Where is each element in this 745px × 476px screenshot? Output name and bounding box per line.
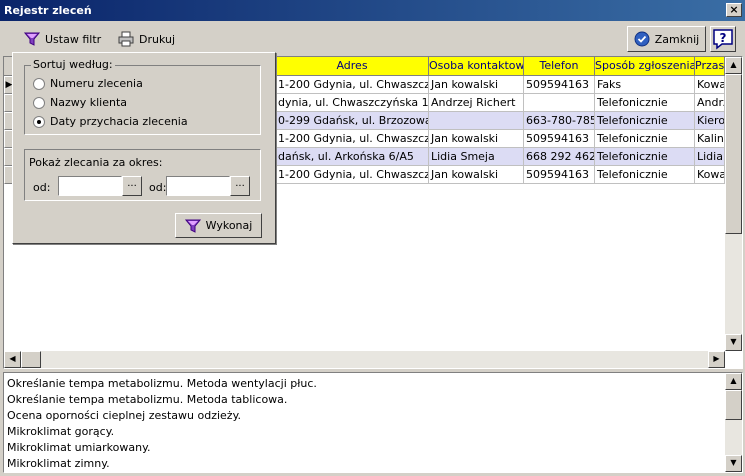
cell-przyjal[interactable]: Kowa (695, 166, 725, 184)
radio-button[interactable] (33, 77, 45, 90)
cell-telefon[interactable]: 509594163 (524, 130, 595, 148)
description-memo[interactable]: Określanie tempa metabolizmu. Metoda wen… (3, 372, 743, 473)
window-title: Rejestr zleceń (4, 4, 92, 17)
cell-sposob[interactable]: Faks (595, 76, 695, 94)
cell-przyjal[interactable]: Kowa (695, 76, 725, 94)
scroll-down-button[interactable]: ▼ (725, 334, 742, 351)
funnel-icon (184, 219, 201, 233)
column-header-sposob[interactable]: Sposób zgłoszenia (595, 57, 695, 76)
filter-popup: Sortuj według: Numeru zlecenia Nazwy kli… (12, 52, 276, 244)
cell-telefon[interactable]: 509594163 (524, 76, 595, 94)
column-header-osoba[interactable]: Osoba kontaktowa (429, 57, 524, 76)
column-header-adres[interactable]: Adres (276, 57, 429, 76)
scroll-right-button[interactable]: ▶ (708, 351, 725, 368)
date-from-picker-button[interactable]: ... (122, 176, 142, 196)
from-label: od: (33, 181, 51, 194)
cell-przyjal[interactable]: Andrz (695, 94, 725, 112)
execute-label: Wykonaj (205, 219, 253, 232)
cell-telefon[interactable]: 509594163 (524, 166, 595, 184)
execute-button[interactable]: Wykonaj (175, 213, 262, 238)
scroll-left-button[interactable]: ◀ (4, 351, 21, 368)
to-label: od: (149, 181, 167, 194)
grid-horizontal-scrollbar[interactable]: ◀ ▶ (4, 351, 725, 368)
sort-option-client-name[interactable]: Nazwy klienta (33, 96, 127, 109)
sort-groupbox: Sortuj według: Numeru zlecenia Nazwy kli… (24, 58, 261, 135)
sort-option-label: Nazwy klienta (50, 96, 128, 109)
cell-przyjal[interactable]: Lidia S (695, 148, 725, 166)
set-filter-button[interactable]: Ustaw filtr (20, 28, 105, 50)
cell-sposob[interactable]: Telefonicznie (595, 112, 695, 130)
funnel-icon (24, 32, 40, 46)
memo-line: Ocena oporności cieplnej zestawu odzieży… (7, 409, 242, 422)
sort-group-label: Sortuj według: (31, 58, 115, 71)
cell-adres[interactable]: dynia, ul. Chwaszczyńska 120A (276, 94, 429, 112)
cell-osoba[interactable]: Jan kowalski (429, 76, 524, 94)
cell-osoba[interactable]: Lidia Smeja (429, 148, 524, 166)
window-close-button[interactable]: × (726, 3, 742, 17)
window-titlebar: Rejestr zleceń × (0, 0, 745, 21)
print-button[interactable]: Drukuj (114, 28, 179, 50)
sort-option-date[interactable]: Daty przychacia zlecenia (33, 115, 188, 128)
cell-adres[interactable]: 1-200 Gdynia, ul. Chwaszczyńsk (276, 166, 429, 184)
date-from-input[interactable] (58, 176, 122, 196)
date-to-input[interactable] (166, 176, 230, 196)
sort-option-order-number[interactable]: Numeru zlecenia (33, 77, 143, 90)
cell-telefon[interactable]: 663-780-785 (524, 112, 595, 130)
sort-option-label: Numeru zlecenia (50, 77, 143, 90)
memo-line: Mikroklimat zimny. (7, 457, 110, 470)
cell-sposob[interactable]: Telefonicznie (595, 130, 695, 148)
cell-adres[interactable]: 1-200 Gdynia, ul. Chwaszczyńsk (276, 76, 429, 94)
date-to-picker-button[interactable]: ... (230, 176, 250, 196)
memo-line: Mikroklimat umiarkowany. (7, 441, 151, 454)
scroll-thumb[interactable] (725, 390, 742, 420)
sort-option-label: Daty przychacia zlecenia (50, 115, 188, 128)
cell-adres[interactable]: 1-200 Gdynia, ul. Chwaszczyńsk (276, 130, 429, 148)
scroll-up-button[interactable]: ▲ (725, 57, 742, 74)
scroll-thumb[interactable] (725, 74, 742, 234)
help-icon: ? (713, 29, 733, 50)
scroll-up-button[interactable]: ▲ (725, 373, 742, 390)
cell-adres[interactable]: 0-299 Gdańsk, ul. Brzozowa 1C (276, 112, 429, 130)
radio-button-checked[interactable] (33, 115, 45, 128)
cell-sposob[interactable]: Telefonicznie (595, 94, 695, 112)
cell-sposob[interactable]: Telefonicznie (595, 148, 695, 166)
scroll-thumb[interactable] (21, 351, 41, 368)
column-header-telefon[interactable]: Telefon (524, 57, 595, 76)
grid-vertical-scrollbar[interactable]: ▲ ▼ (725, 57, 742, 351)
cell-przyjal[interactable]: Kierov (695, 112, 725, 130)
cell-sposob[interactable]: Telefonicznie (595, 166, 695, 184)
memo-line: Mikroklimat gorący. (7, 425, 115, 438)
memo-line: Określanie tempa metabolizmu. Metoda tab… (7, 393, 288, 406)
cell-przyjal[interactable]: Kalinc (695, 130, 725, 148)
period-groupbox: Pokaż zlecania za okres: od: ... od: ... (24, 149, 261, 201)
cell-osoba[interactable]: Jan kowalski (429, 166, 524, 184)
close-button[interactable]: Zamknij (627, 26, 706, 52)
printer-icon (118, 31, 134, 47)
svg-text:?: ? (720, 31, 727, 45)
set-filter-label: Ustaw filtr (45, 32, 102, 46)
close-label: Zamknij (654, 32, 700, 46)
help-button[interactable]: ? (710, 26, 736, 52)
period-group-label: Pokaż zlecania za okres: (29, 156, 163, 169)
cell-adres[interactable]: dańsk, ul. Arkońska 6/A5 (276, 148, 429, 166)
cell-osoba[interactable] (429, 112, 524, 130)
radio-button[interactable] (33, 96, 45, 109)
print-label: Drukuj (139, 32, 176, 46)
memo-vertical-scrollbar[interactable]: ▲ ▼ (725, 373, 742, 472)
cell-osoba[interactable]: Andrzej Richert (429, 94, 524, 112)
memo-line: Określanie tempa metabolizmu. Metoda wen… (7, 377, 317, 390)
cell-telefon[interactable]: 668 292 462 (524, 148, 595, 166)
cell-telefon[interactable] (524, 94, 595, 112)
check-circle-icon (634, 31, 650, 47)
column-header-przyjal[interactable]: Przasjąc (695, 57, 725, 76)
cell-osoba[interactable]: Jan kowalski (429, 130, 524, 148)
scroll-down-button[interactable]: ▼ (725, 455, 742, 472)
